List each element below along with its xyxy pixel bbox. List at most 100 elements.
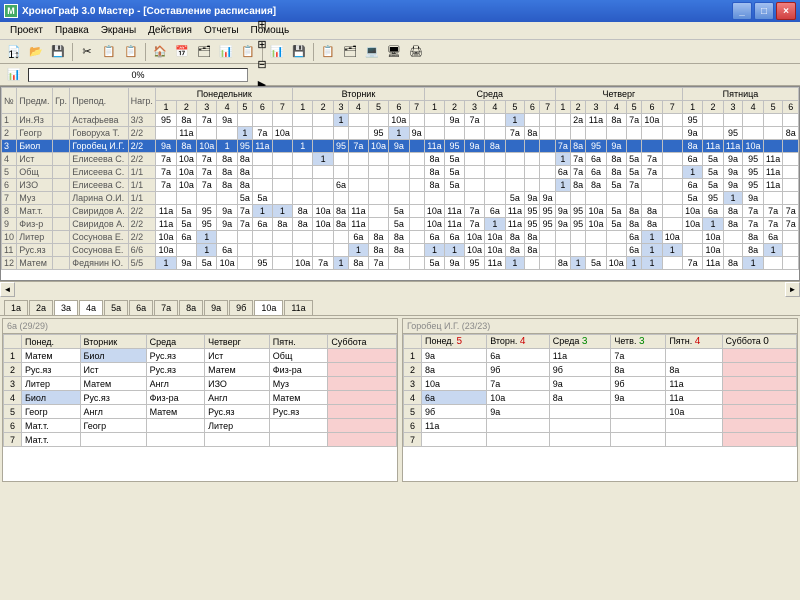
schedule-cell[interactable]: 9а <box>409 127 424 140</box>
schedule-cell[interactable] <box>485 114 505 127</box>
schedule-cell[interactable]: 7а <box>464 205 484 218</box>
class-row[interactable]: 2Рус.язИстРус.язМатемФиз-ра <box>4 363 397 377</box>
schedule-cell[interactable]: 6а <box>485 205 505 218</box>
schedule-cell[interactable]: 10а <box>176 166 196 179</box>
schedule-cell[interactable]: 5а <box>703 153 723 166</box>
schedule-cell[interactable]: 1 <box>217 140 237 153</box>
day-col[interactable]: Понед. <box>22 335 81 349</box>
schedule-cell[interactable]: 7а <box>197 153 217 166</box>
schedule-cell[interactable]: 8а <box>424 153 444 166</box>
schedule-cell[interactable] <box>586 127 606 140</box>
teacher-cell[interactable] <box>722 377 796 391</box>
teacher-cell[interactable]: 10а <box>666 405 722 419</box>
schedule-cell[interactable] <box>176 244 196 257</box>
schedule-cell[interactable]: 8а <box>217 166 237 179</box>
schedule-cell[interactable]: 6а <box>682 153 702 166</box>
schedule-cell[interactable]: 11а <box>505 218 525 231</box>
schedule-cell[interactable]: 7а <box>682 257 702 270</box>
period-header[interactable]: 3 <box>464 101 484 114</box>
teacher-cell[interactable] <box>666 349 722 363</box>
schedule-cell[interactable]: 7а <box>313 257 333 270</box>
schedule-cell[interactable]: 9а <box>540 192 555 205</box>
schedule-cell[interactable]: 10а <box>586 218 606 231</box>
lesson-cell[interactable]: Биол <box>80 349 146 363</box>
schedule-cell[interactable] <box>586 192 606 205</box>
toolbar-btn-15[interactable]: 💻 <box>362 42 382 62</box>
schedule-cell[interactable]: 95 <box>540 218 555 231</box>
schedule-cell[interactable]: 8а <box>723 257 743 270</box>
period-header[interactable]: 2 <box>176 101 196 114</box>
schedule-cell[interactable]: 11а <box>176 127 196 140</box>
schedule-cell[interactable]: 1 <box>703 218 723 231</box>
lesson-cell[interactable]: Ист <box>80 363 146 377</box>
schedule-cell[interactable]: 7а <box>197 179 217 192</box>
schedule-cell[interactable] <box>368 218 388 231</box>
schedule-cell[interactable]: 7а <box>156 179 176 192</box>
schedule-cell[interactable] <box>485 127 505 140</box>
schedule-cell[interactable]: 5а <box>445 179 465 192</box>
schedule-cell[interactable]: 5а <box>253 192 273 205</box>
day-col[interactable]: Среда <box>146 335 205 349</box>
schedule-cell[interactable]: 95 <box>445 140 465 153</box>
teacher-cell[interactable]: 10а <box>422 377 487 391</box>
schedule-cell[interactable]: 10а <box>368 140 388 153</box>
toolbar-btn-9[interactable]: 📊 <box>216 42 236 62</box>
schedule-cell[interactable] <box>723 114 743 127</box>
schedule-cell[interactable]: 8а <box>525 244 540 257</box>
schedule-cell[interactable]: 7а <box>783 205 799 218</box>
tb2-right-2[interactable]: ⊟ <box>252 55 272 75</box>
schedule-cell[interactable] <box>293 179 313 192</box>
schedule-cell[interactable]: 1 <box>682 166 702 179</box>
schedule-cell[interactable] <box>368 205 388 218</box>
tab-9б[interactable]: 9б <box>229 300 253 315</box>
schedule-cell[interactable]: 10а <box>703 244 723 257</box>
lesson-cell[interactable]: Англ <box>205 391 270 405</box>
period-header[interactable]: 1 <box>293 101 313 114</box>
schedule-cell[interactable] <box>662 218 682 231</box>
schedule-cell[interactable] <box>237 244 252 257</box>
day-col[interactable]: Вторник <box>80 335 146 349</box>
schedule-cell[interactable] <box>333 153 348 166</box>
schedule-cell[interactable] <box>606 231 626 244</box>
schedule-cell[interactable]: 1 <box>272 205 292 218</box>
lesson-cell[interactable] <box>328 349 397 363</box>
schedule-cell[interactable]: 8а <box>272 218 292 231</box>
teacher-row[interactable]: 59б9а10а <box>404 405 797 419</box>
schedule-cell[interactable] <box>409 244 424 257</box>
schedule-cell[interactable] <box>349 114 369 127</box>
schedule-cell[interactable]: 9а <box>723 179 743 192</box>
schedule-cell[interactable]: 6а <box>253 218 273 231</box>
day-col[interactable]: Вторн. 4 <box>487 335 550 349</box>
schedule-cell[interactable]: 1 <box>253 205 273 218</box>
schedule-cell[interactable] <box>485 192 505 205</box>
schedule-cell[interactable] <box>540 153 555 166</box>
lesson-cell[interactable]: Рус.яз <box>269 405 328 419</box>
schedule-cell[interactable]: 11а <box>763 166 783 179</box>
schedule-cell[interactable]: 6а <box>176 231 196 244</box>
schedule-cell[interactable]: 10а <box>485 231 505 244</box>
schedule-cell[interactable]: 8а <box>743 231 763 244</box>
schedule-cell[interactable]: 6а <box>703 205 723 218</box>
schedule-cell[interactable]: 8а <box>368 231 388 244</box>
schedule-cell[interactable]: 6а <box>555 166 570 179</box>
menu-Правка[interactable]: Правка <box>49 23 95 38</box>
schedule-cell[interactable] <box>389 153 409 166</box>
class-row[interactable]: 1МатемБиолРус.язИстОбщ <box>4 349 397 363</box>
schedule-cell[interactable]: 6а <box>682 179 702 192</box>
schedule-cell[interactable]: 5а <box>176 218 196 231</box>
schedule-cell[interactable] <box>525 114 540 127</box>
schedule-cell[interactable] <box>293 231 313 244</box>
schedule-cell[interactable]: 8а <box>586 179 606 192</box>
schedule-cell[interactable]: 7а <box>237 218 252 231</box>
schedule-cell[interactable]: 5а <box>703 166 723 179</box>
period-header[interactable]: 2 <box>445 101 465 114</box>
schedule-cell[interactable]: 5а <box>424 257 444 270</box>
lesson-cell[interactable] <box>328 419 397 433</box>
schedule-cell[interactable]: 11а <box>156 205 176 218</box>
schedule-cell[interactable]: 8а <box>176 140 196 153</box>
schedule-cell[interactable]: 11а <box>424 140 444 153</box>
tb2-left-0[interactable]: 1↕ <box>4 45 24 65</box>
teacher-cell[interactable] <box>722 363 796 377</box>
period-header[interactable]: 5 <box>627 101 642 114</box>
schedule-cell[interactable] <box>662 179 682 192</box>
